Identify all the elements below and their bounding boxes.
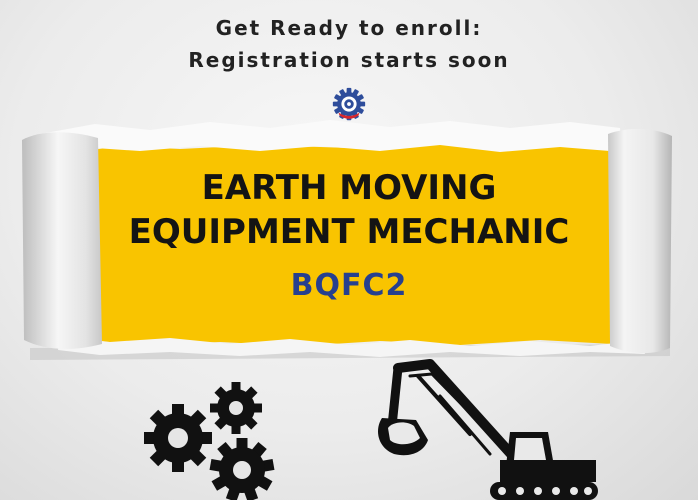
gears-icon xyxy=(144,382,275,500)
course-title-line-2: EQUIPMENT MECHANIC xyxy=(128,212,570,252)
course-title-line-1: EARTH MOVING xyxy=(201,168,497,208)
excavator-icon xyxy=(378,359,598,500)
headline-line-2: Registration starts soon xyxy=(188,48,510,72)
headline-line-1: Get Ready to enroll: xyxy=(215,16,483,40)
course-code: BQFC2 xyxy=(290,268,408,303)
